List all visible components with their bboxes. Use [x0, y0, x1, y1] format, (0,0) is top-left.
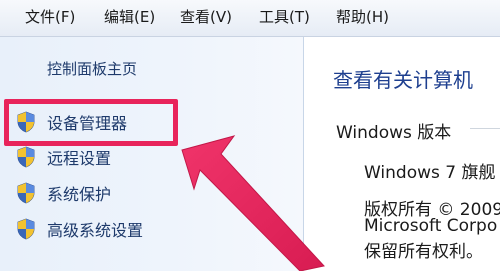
menu-bar: 文件(F) 编辑(E) 查看(V) 工具(T) 帮助(H) [0, 0, 500, 37]
uac-shield-icon [17, 218, 35, 240]
sidebar-item-label: 远程设置 [47, 149, 112, 168]
menu-file[interactable]: 文件(F) [25, 7, 75, 27]
company-line: Microsoft Corpo [364, 216, 498, 236]
menu-edit[interactable]: 编辑(E) [104, 7, 155, 27]
sidebar-item-label: 系统保护 [47, 185, 112, 204]
rights-line: 保留所有权利。 [364, 242, 483, 262]
highlight-box [4, 99, 178, 146]
menu-help[interactable]: 帮助(H) [336, 7, 389, 27]
uac-shield-icon [17, 182, 35, 204]
windows-edition-heading: Windows 版本 [336, 123, 452, 143]
menu-tools[interactable]: 工具(T) [259, 7, 310, 27]
control-panel-home-link[interactable]: 控制面板主页 [47, 58, 137, 79]
page-title: 查看有关计算机 [333, 68, 473, 92]
section-divider [470, 128, 500, 129]
edition-name: Windows 7 旗舰 [364, 163, 496, 183]
sidebar-item-label: 高级系统设置 [47, 221, 144, 240]
sidebar-item-system-protection[interactable]: 系统保护 [16, 181, 216, 205]
sidebar-item-remote-settings[interactable]: 远程设置 [16, 145, 216, 169]
system-window: 文件(F) 编辑(E) 查看(V) 工具(T) 帮助(H) 控制面板主页 设备管… [0, 0, 500, 271]
uac-shield-icon [17, 146, 35, 168]
menu-view[interactable]: 查看(V) [180, 7, 232, 27]
sidebar-item-advanced-settings[interactable]: 高级系统设置 [16, 217, 216, 241]
